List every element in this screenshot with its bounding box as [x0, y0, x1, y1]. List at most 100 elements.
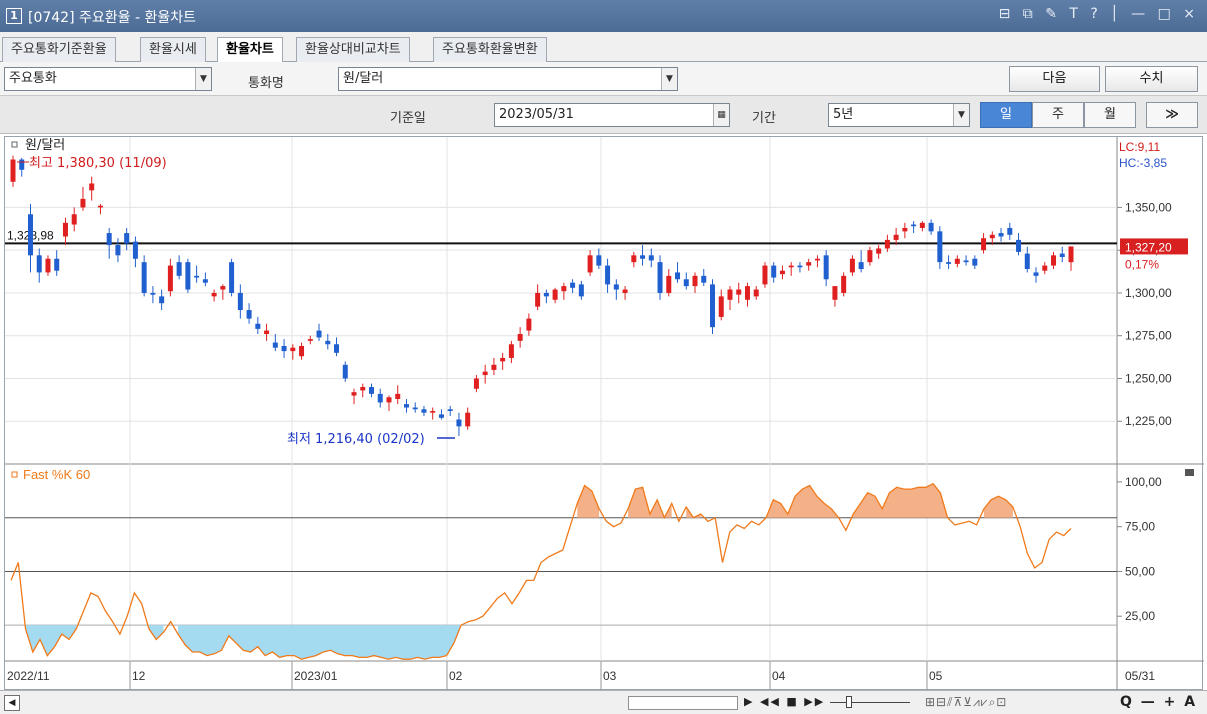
candle-body: [675, 272, 681, 280]
chart-area[interactable]: 1,350,001,325,001,300,001,275,001,250,00…: [4, 136, 1204, 691]
candle-body: [762, 265, 768, 285]
window-title: [0742] 주요환율 - 환율차트: [28, 10, 196, 26]
zoom-slider-handle[interactable]: [846, 696, 852, 708]
candle-body: [194, 275, 200, 278]
candle-body: [806, 262, 812, 266]
scroll-left-icon[interactable]: ◀: [4, 695, 20, 711]
chevron-down-icon[interactable]: ▼: [953, 104, 969, 126]
candle-body: [972, 258, 978, 266]
tab-currency-converter[interactable]: 주요통화환율변환: [433, 37, 547, 62]
currency-select[interactable]: 원/달러 ▼: [338, 67, 678, 91]
chevron-down-icon[interactable]: ▼: [195, 68, 211, 90]
candle-body: [1033, 272, 1039, 276]
candle-body: [176, 262, 182, 276]
status-bar: ◀ ▶ ◀◀ ■ ▶▶ ⊞⊟⫽⊼⊻⩘⩗⌕⊡ Q — + A: [0, 690, 1207, 714]
month-button[interactable]: 월: [1084, 102, 1136, 128]
x-tick-label: 05/31: [1125, 669, 1155, 683]
zoom-slider[interactable]: [830, 702, 910, 703]
candle-body: [10, 159, 16, 182]
candle-body: [237, 292, 243, 311]
expand-button[interactable]: ≫: [1146, 102, 1198, 128]
scroll-track[interactable]: [628, 696, 738, 710]
candle-body: [412, 407, 418, 410]
candle-body: [447, 409, 453, 411]
tab-major-currency-rate[interactable]: 주요통화기준환율: [2, 37, 116, 62]
current-price-label: 1,327,20: [1125, 240, 1172, 254]
candle-body: [605, 265, 611, 285]
window-controls[interactable]: ⊟ ⧉ ✎ T ? │ — □ ×: [999, 6, 1199, 22]
candle-body: [500, 357, 506, 362]
price-tick-label: 1,350,00: [1125, 200, 1172, 214]
candle-body: [998, 233, 1004, 237]
candle-body: [421, 409, 427, 413]
candle-body: [911, 224, 917, 227]
candle-body: [1059, 253, 1065, 258]
candle-body: [36, 255, 42, 273]
category-value: 주요통화: [9, 71, 57, 86]
candle-body: [631, 255, 637, 263]
candle-body: [307, 339, 313, 341]
candle-body: [640, 255, 646, 259]
period-select[interactable]: 5년 ▼: [828, 103, 970, 127]
category-select[interactable]: 주요통화 ▼: [4, 67, 212, 91]
candle-body: [596, 255, 602, 266]
candle-body: [849, 258, 855, 273]
candle-body: [508, 344, 514, 358]
currency-label: 통화명: [248, 76, 284, 91]
chart-svg[interactable]: 1,350,001,325,001,300,001,275,001,250,00…: [5, 137, 1204, 691]
price-tick-label: 1,275,00: [1125, 329, 1172, 343]
tab-exchange-quotes[interactable]: 환율시세: [140, 37, 206, 62]
price-tick-label: 1,225,00: [1125, 414, 1172, 428]
candle-body: [814, 258, 820, 261]
zoom-controls[interactable]: Q — + A: [1120, 694, 1197, 710]
base-date-input[interactable]: 2023/05/31 ▦: [494, 103, 730, 127]
drawing-tools-icon[interactable]: ⊞⊟⫽⊼⊻⩘⩗⌕⊡: [925, 695, 1007, 710]
day-button[interactable]: 일: [980, 102, 1032, 128]
candle-body: [797, 265, 803, 268]
x-tick-label: 02: [449, 669, 463, 683]
tab-exchange-chart[interactable]: 환율차트: [217, 37, 283, 63]
candle-body: [779, 270, 785, 275]
panel-marker-icon: [11, 141, 18, 148]
candle-body: [902, 227, 908, 232]
candle-body: [928, 222, 934, 232]
x-tick-label: 03: [603, 669, 617, 683]
candle-body: [832, 286, 838, 300]
candle-body: [876, 248, 882, 254]
week-button[interactable]: 주: [1032, 102, 1084, 128]
price-tick-label: 1,300,00: [1125, 286, 1172, 300]
period-row: 기준일 2023/05/31 ▦ 기간 5년 ▼ 일 주 월 ≫: [0, 96, 1207, 134]
candle-body: [919, 222, 925, 228]
candle-body: [692, 275, 698, 287]
price-panel-title: 원/달러: [25, 138, 65, 153]
chevron-down-icon[interactable]: ▼: [661, 68, 677, 90]
overbought-area: [983, 496, 1013, 518]
stoch-tick-label: 75,00: [1125, 520, 1155, 534]
value-button[interactable]: 수치: [1105, 66, 1198, 92]
candle-body: [1042, 265, 1048, 271]
candle-body: [272, 342, 278, 348]
tab-relative-compare-chart[interactable]: 환율상대비교차트: [296, 37, 410, 62]
candle-body: [456, 419, 462, 427]
candle-body: [368, 387, 374, 394]
candle-body: [552, 289, 558, 300]
candle-body: [395, 393, 401, 399]
candle-body: [45, 258, 51, 273]
next-button[interactable]: 다음: [1009, 66, 1100, 92]
screen-number-badge[interactable]: 1: [6, 8, 22, 24]
candle-body: [1051, 255, 1057, 266]
candle-body: [1016, 239, 1022, 252]
candle-body: [727, 289, 733, 300]
candle-body: [465, 412, 471, 427]
scroll-controls[interactable]: ▶ ◀◀ ■ ▶▶: [744, 695, 825, 708]
candle-body: [473, 378, 479, 389]
period-value: 5년: [833, 107, 854, 122]
calendar-icon[interactable]: ▦: [713, 104, 729, 126]
candle-body: [893, 234, 899, 240]
candle-body: [867, 250, 873, 263]
x-tick-label: 12: [132, 669, 146, 683]
candle-body: [62, 222, 68, 237]
stoch-panel-title: Fast %K 60: [23, 467, 90, 482]
price-tick-label: 1,250,00: [1125, 371, 1172, 385]
x-tick-label: 04: [772, 669, 786, 683]
